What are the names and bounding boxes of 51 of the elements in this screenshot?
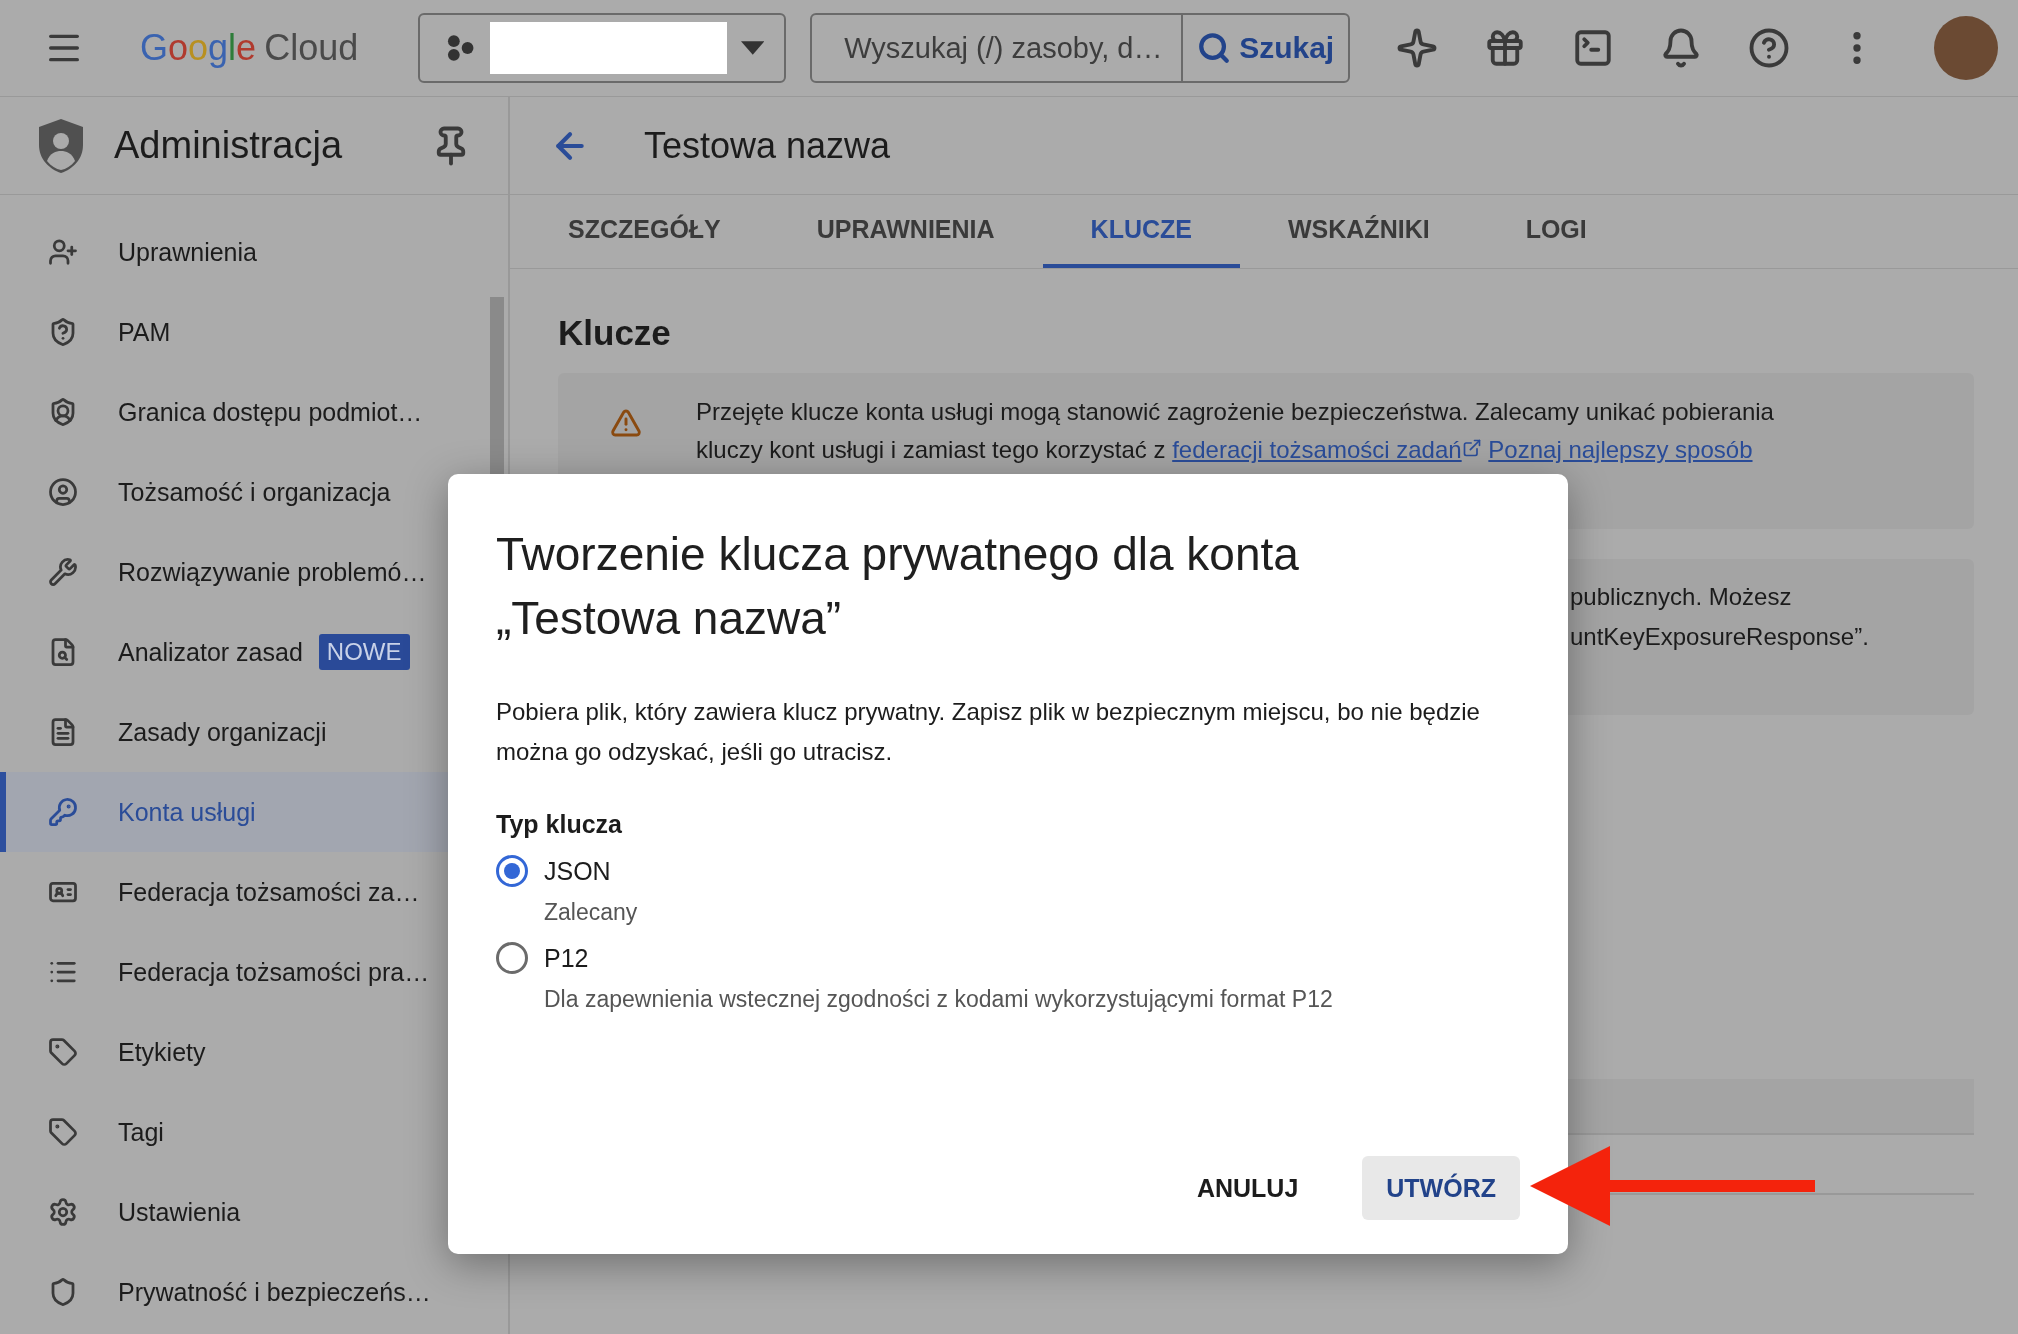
page-title: Testowa nazwa xyxy=(644,124,891,167)
sparkle-icon[interactable] xyxy=(1396,27,1439,69)
sidebar-item[interactable]: Federacja tożsamości pra… xyxy=(0,932,508,1012)
dialog-text: Pobiera plik, który zawiera klucz prywatny. Zapisz plik w bezpiecznym miejscu, bo nie będzie można go odzyskać, jeśli go utracisz. xyxy=(496,697,1481,767)
new-badge: NOWE xyxy=(318,634,410,670)
sidebar-title: Administracja xyxy=(114,124,344,167)
logo-text[interactable]: Cloud xyxy=(264,27,359,69)
person-plus-icon xyxy=(48,237,78,267)
tag-icon xyxy=(48,1037,78,1067)
sidebar-item[interactable]: Federacja tożsamości za… xyxy=(0,852,508,932)
create-button[interactable]: UTWÓRZ xyxy=(1362,1156,1520,1220)
option-hint: Zalecany xyxy=(544,899,639,926)
radio-group-label: Typ klucza xyxy=(496,810,623,839)
sidebar-item[interactable]: Granica dostępu podmiot… xyxy=(0,372,508,452)
external-link-icon xyxy=(1461,438,1482,458)
warning-icon xyxy=(610,407,642,439)
settings-icon xyxy=(48,1197,78,1227)
search-field[interactable]: Wyszukaj (/) zasoby, d… Szukaj xyxy=(810,13,1351,83)
section-title: Klucze xyxy=(558,313,672,353)
caret-icon xyxy=(740,41,765,55)
sidebar-item[interactable]: Prywatność i bezpieczeńs… xyxy=(0,1252,508,1332)
sidebar-item[interactable]: Tagi xyxy=(0,1092,508,1172)
sidebar-item[interactable]: Uprawnienia xyxy=(0,212,508,292)
sidebar-item[interactable]: PAM xyxy=(0,292,508,372)
radio-label[interactable]: JSON xyxy=(544,856,611,886)
info-text: untKeyExposureResponse”. xyxy=(1570,622,1870,652)
shield-person-icon xyxy=(36,116,86,175)
radio-label[interactable]: P12 xyxy=(544,943,589,973)
key-icon xyxy=(48,797,78,827)
project-icon xyxy=(446,33,476,63)
tab[interactable]: SZCZEGÓŁY xyxy=(520,195,769,268)
radio-button[interactable] xyxy=(496,855,528,887)
sidebar-item[interactable]: Ustawienia xyxy=(0,1172,508,1252)
tab[interactable]: WSKAŹNIKI xyxy=(1240,195,1478,268)
tab[interactable]: KLUCZE xyxy=(1042,195,1240,268)
help-icon[interactable] xyxy=(1748,27,1791,69)
wrench-icon xyxy=(48,557,78,587)
label-icon xyxy=(48,1117,78,1147)
person-circle-icon xyxy=(48,477,78,507)
info-text: publicznych. Możesz xyxy=(1570,582,1793,612)
project-selector[interactable] xyxy=(418,13,787,83)
search-button[interactable]: Szukaj xyxy=(1183,15,1349,81)
sidebar-item[interactable]: Etykiety xyxy=(0,1012,508,1092)
warning-text: kluczy kont usługi i zamiast tego korzystać z xyxy=(696,436,1166,463)
option-hint: Dla zapewnienia wstecznej zgodności z kodami wykorzystującymi format P12 xyxy=(544,986,1334,1013)
warning-text: Przejęte klucze konta usługi mogą stanowić zagrożenie bezpieczeństwa. Zalecamy unikać pobierania xyxy=(696,398,1774,425)
tab[interactable]: LOGI xyxy=(1477,195,1635,268)
cancel-button[interactable]: ANULUJ xyxy=(1172,1156,1323,1220)
radio-button[interactable] xyxy=(496,942,528,974)
search-icon xyxy=(1197,31,1232,65)
tab[interactable]: UPRAWNIENIA xyxy=(768,195,1043,268)
